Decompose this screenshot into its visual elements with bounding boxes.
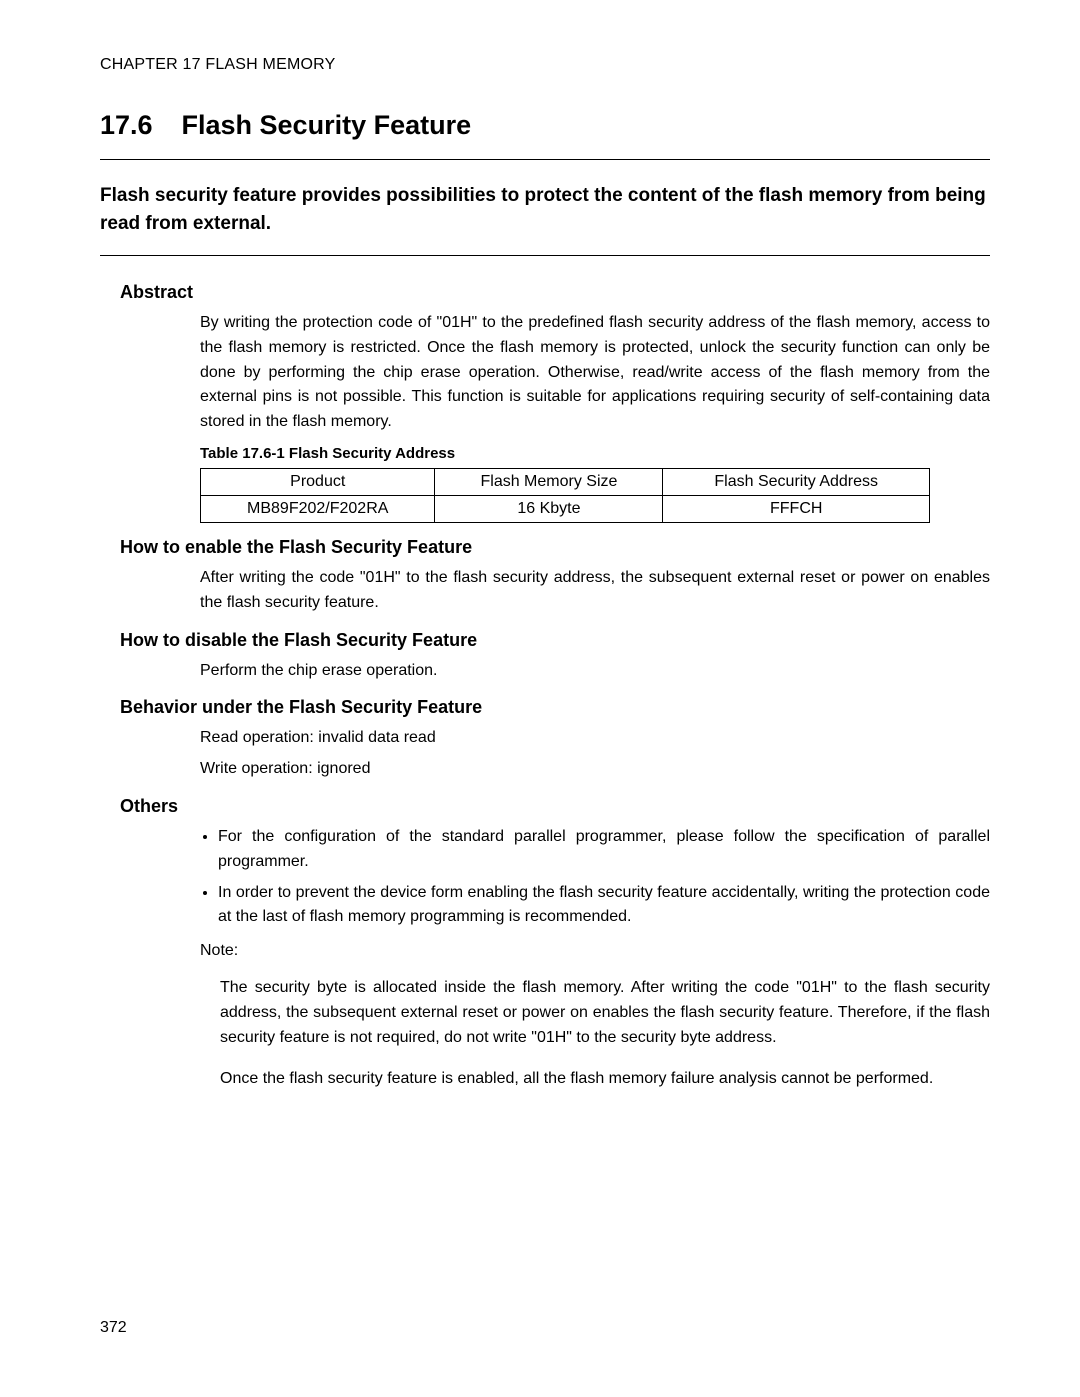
list-item: For the configuration of the standard pa… bbox=[218, 825, 990, 875]
enable-heading: How to enable the Flash Security Feature bbox=[120, 537, 990, 558]
table-header-cell: Flash Security Address bbox=[663, 469, 930, 496]
table-row: MB89F202/F202RA 16 Kbyte FFFCH bbox=[201, 496, 930, 523]
note-label: Note: bbox=[200, 942, 990, 960]
note-paragraph: The security byte is allocated inside th… bbox=[220, 976, 990, 1050]
disable-heading: How to disable the Flash Security Featur… bbox=[120, 630, 990, 651]
horizontal-rule bbox=[100, 255, 990, 256]
section-title: 17.6 Flash Security Feature bbox=[100, 110, 990, 141]
page-number: 372 bbox=[100, 1319, 127, 1337]
flash-security-table: Product Flash Memory Size Flash Security… bbox=[200, 468, 930, 523]
others-list: For the configuration of the standard pa… bbox=[200, 825, 990, 930]
horizontal-rule bbox=[100, 159, 990, 160]
disable-body: Perform the chip erase operation. bbox=[200, 659, 990, 684]
table-header-cell: Product bbox=[201, 469, 435, 496]
note-paragraph: Once the flash security feature is enabl… bbox=[220, 1067, 990, 1092]
others-heading: Others bbox=[120, 796, 990, 817]
table-header-cell: Flash Memory Size bbox=[435, 469, 663, 496]
table-cell: FFFCH bbox=[663, 496, 930, 523]
table-caption: Table 17.6-1 Flash Security Address bbox=[200, 445, 990, 462]
lead-paragraph: Flash security feature provides possibil… bbox=[100, 182, 990, 237]
chapter-header: CHAPTER 17 FLASH MEMORY bbox=[100, 56, 990, 74]
abstract-body: By writing the protection code of "01H" … bbox=[200, 311, 990, 435]
table-cell: 16 Kbyte bbox=[435, 496, 663, 523]
behavior-heading: Behavior under the Flash Security Featur… bbox=[120, 697, 990, 718]
table-cell: MB89F202/F202RA bbox=[201, 496, 435, 523]
section-number: 17.6 bbox=[100, 110, 174, 141]
behavior-write: Write operation: ignored bbox=[200, 757, 990, 782]
table-header-row: Product Flash Memory Size Flash Security… bbox=[201, 469, 930, 496]
section-title-text: Flash Security Feature bbox=[182, 110, 472, 140]
list-item: In order to prevent the device form enab… bbox=[218, 881, 990, 931]
behavior-read: Read operation: invalid data read bbox=[200, 726, 990, 751]
enable-body: After writing the code "01H" to the flas… bbox=[200, 566, 990, 616]
abstract-heading: Abstract bbox=[120, 282, 990, 303]
